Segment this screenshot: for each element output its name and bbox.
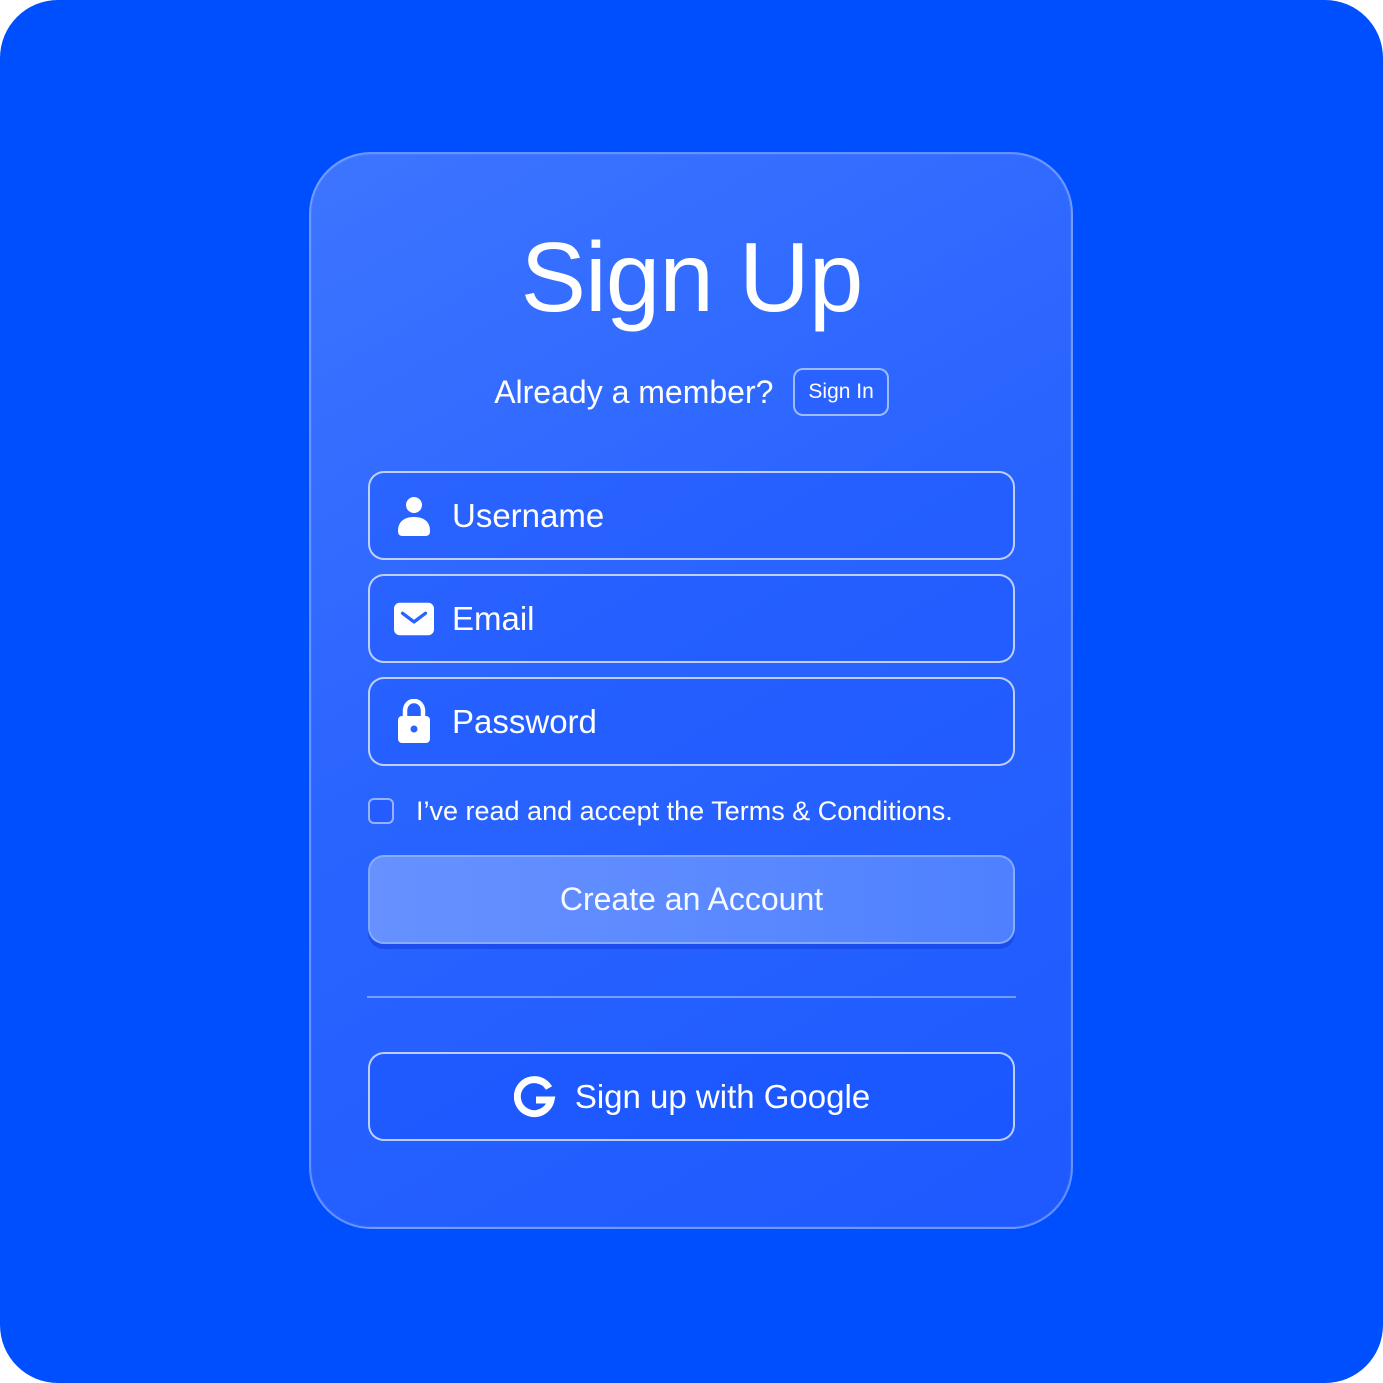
mail-icon xyxy=(394,597,434,641)
divider xyxy=(367,996,1016,998)
terms-row: I’ve read and accept the Terms & Conditi… xyxy=(368,796,953,826)
username-field[interactable]: Username xyxy=(368,471,1015,560)
email-field[interactable]: Email xyxy=(368,574,1015,663)
google-icon xyxy=(513,1075,557,1119)
password-field[interactable]: Password xyxy=(368,677,1015,766)
google-signup-button[interactable]: Sign up with Google xyxy=(368,1052,1015,1141)
lock-icon xyxy=(394,698,434,744)
page-title: Sign Up xyxy=(520,222,864,332)
user-icon xyxy=(394,494,434,538)
terms-label: I’ve read and accept the Terms & Conditi… xyxy=(416,795,953,826)
sign-in-button[interactable]: Sign In xyxy=(793,368,889,416)
terms-checkbox[interactable] xyxy=(368,798,394,824)
username-placeholder: Username xyxy=(452,496,605,534)
google-signup-label: Sign up with Google xyxy=(574,1077,871,1115)
member-prompt-text: Already a member? xyxy=(494,373,774,410)
create-account-button[interactable]: Create an Account xyxy=(368,855,1015,944)
email-placeholder: Email xyxy=(452,599,535,637)
password-placeholder: Password xyxy=(452,702,597,740)
page-background: Sign Up Already a member? Sign In Userna… xyxy=(0,0,1383,1383)
member-prompt: Already a member? Sign In xyxy=(0,368,1383,416)
